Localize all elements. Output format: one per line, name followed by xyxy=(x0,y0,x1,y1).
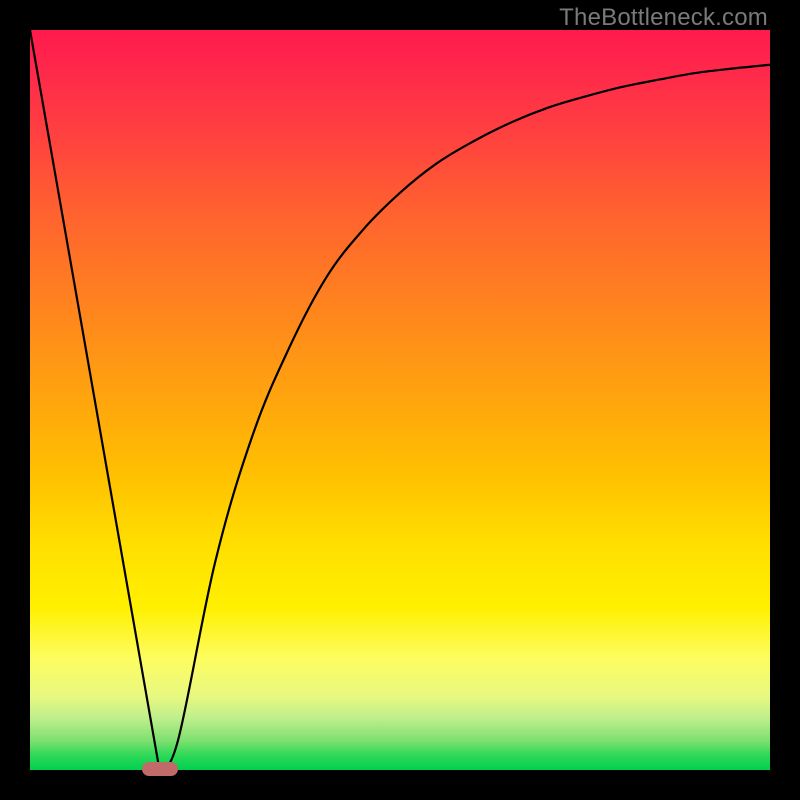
bottleneck-curve-path xyxy=(30,30,770,770)
plot-area xyxy=(30,30,770,770)
chart-curve xyxy=(30,30,770,770)
chart-frame: TheBottleneck.com xyxy=(0,0,800,800)
minimum-marker xyxy=(142,762,178,776)
attribution-label: TheBottleneck.com xyxy=(559,4,768,32)
